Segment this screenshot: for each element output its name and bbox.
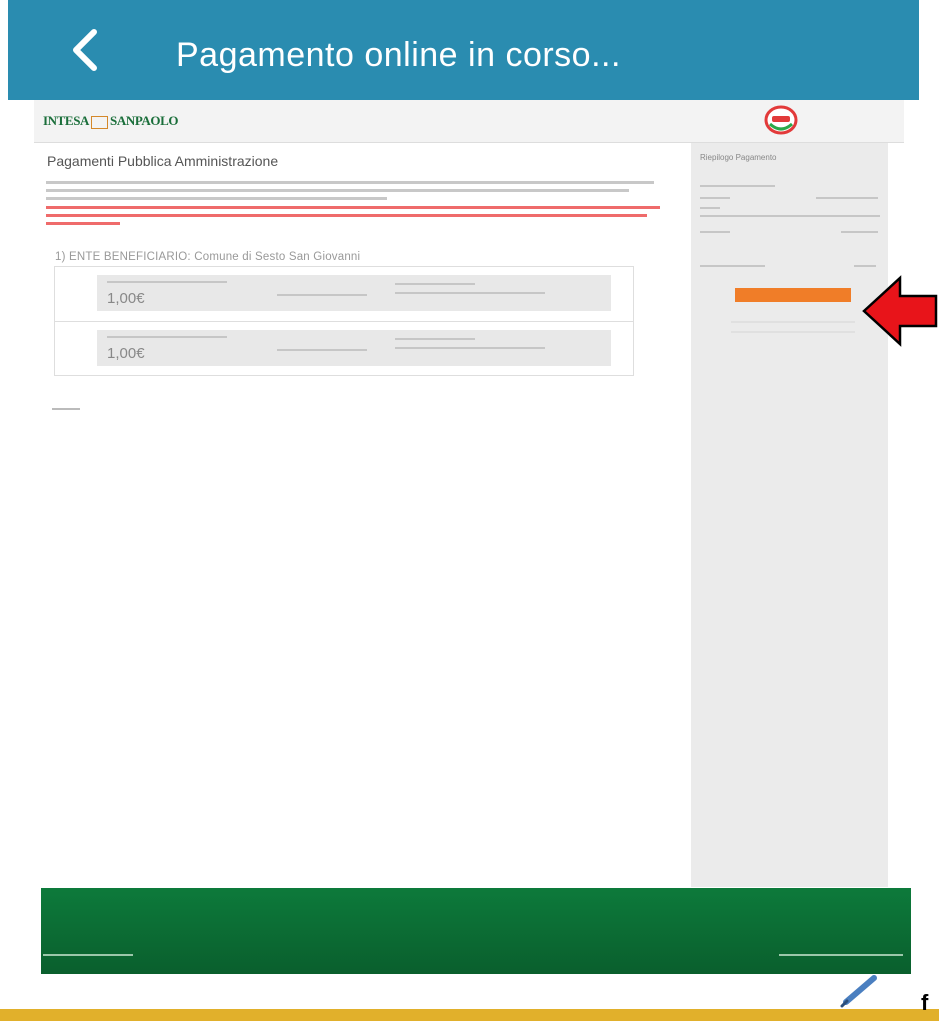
- payment-list: 1,00€ 1,00€: [54, 266, 634, 376]
- footer-copyright: [43, 954, 133, 956]
- description-text: [46, 181, 666, 205]
- payment-detail-strip: 1,00€: [97, 275, 611, 311]
- procedi-pagamento-button[interactable]: [735, 288, 851, 302]
- app-bar: Pagamento online in corso...: [8, 0, 919, 100]
- pencil-icon: [840, 972, 880, 1008]
- logo-text-right: SANPAOLO: [110, 113, 179, 128]
- payment-amount: 1,00€: [107, 290, 145, 307]
- bottom-strip: [0, 1009, 939, 1021]
- payment-summary-sidebar: Riepilogo Pagamento: [691, 143, 888, 887]
- intesa-sanpaolo-logo: INTESA SANPAOLO: [43, 113, 178, 129]
- payment-amount: 1,00€: [107, 345, 145, 362]
- annulla-link[interactable]: [52, 408, 80, 410]
- pagopa-logo-icon: [762, 104, 800, 136]
- site-footer: [41, 888, 911, 974]
- cropped-text-fragment: f: [921, 990, 929, 1015]
- section-heading: Pagamenti Pubblica Amministrazione: [47, 153, 279, 169]
- ente-beneficiario-label: 1) ENTE BENEFICIARIO: Comune di Sesto Sa…: [55, 251, 361, 263]
- summary-title: Riepilogo Pagamento: [700, 153, 777, 162]
- payment-row: 1,00€: [55, 267, 633, 321]
- bank-header: INTESA SANPAOLO: [34, 100, 904, 143]
- payment-row: 1,00€: [55, 321, 633, 376]
- logo-mark-icon: [91, 115, 109, 129]
- footer-brand: [779, 954, 903, 956]
- page-title: Pagamento online in corso...: [176, 36, 621, 74]
- right-margin: [919, 0, 939, 990]
- red-pointer-arrow-icon: [860, 272, 939, 350]
- payment-detail-strip: 1,00€: [97, 330, 611, 366]
- back-arrow-icon[interactable]: [60, 22, 112, 78]
- warning-text: [46, 206, 666, 230]
- app-screen: Pagamento online in corso... INTESA SANPA…: [8, 0, 919, 1021]
- payment-content: Pagamenti Pubblica Amministrazione 1) EN…: [34, 143, 691, 887]
- logo-text-left: INTESA: [43, 113, 90, 128]
